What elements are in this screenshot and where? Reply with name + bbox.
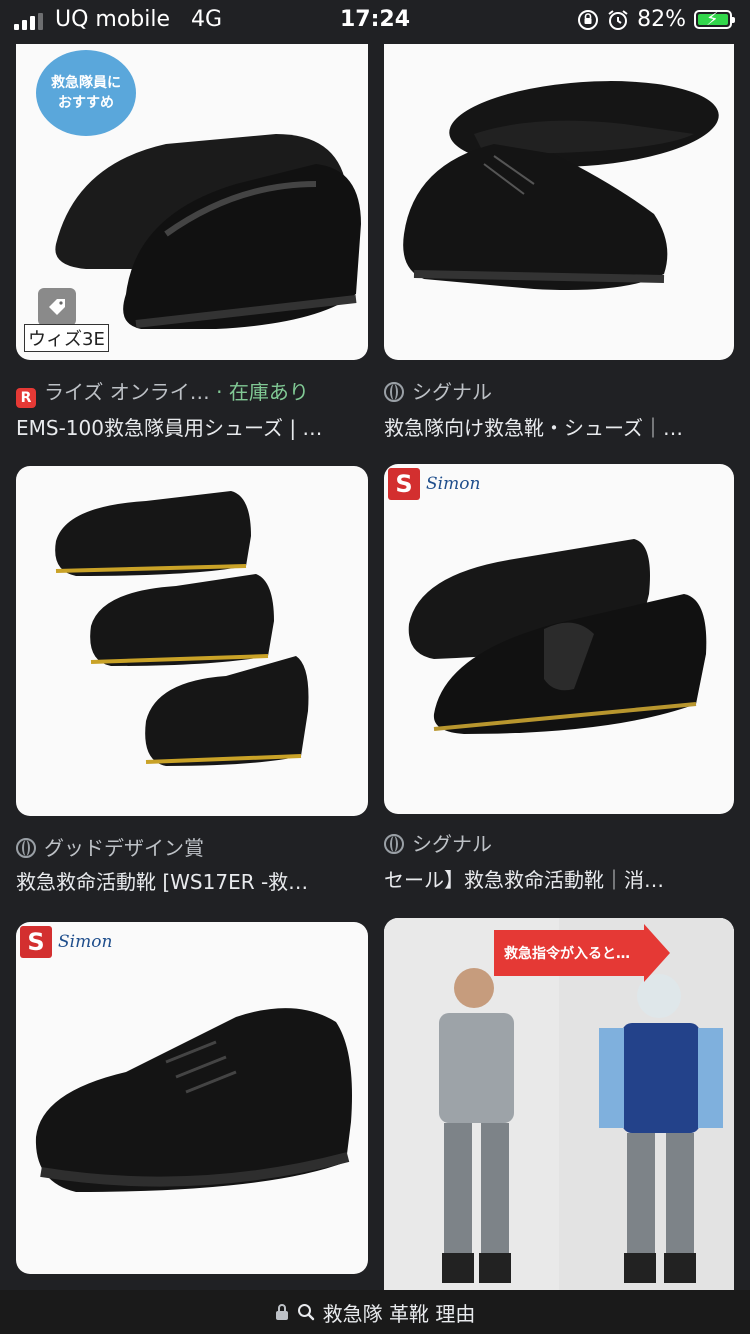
- tag-icon: [49, 299, 65, 315]
- rise-favicon-icon: R: [16, 388, 36, 408]
- result-source[interactable]: シグナル: [384, 376, 734, 405]
- battery-icon: ⚡: [694, 9, 735, 30]
- simon-logo: S Simon: [388, 468, 480, 500]
- battery-percent: 82%: [637, 7, 686, 32]
- status-right: 82% ⚡: [577, 7, 735, 32]
- url-bar[interactable]: 救急隊 革靴 理由: [0, 1290, 750, 1334]
- search-query: 救急隊 革靴 理由: [322, 1301, 476, 1326]
- result-image-rescue-uniforms[interactable]: 救急指令が入ると…: [384, 918, 734, 1290]
- result-title[interactable]: EMS-100救急隊員用シューズ | …: [16, 412, 368, 441]
- result-image-three-loafers[interactable]: [16, 466, 368, 816]
- globe-icon: [384, 382, 404, 402]
- search-icon: [297, 1304, 314, 1321]
- result-title[interactable]: 救急隊向け救急靴・シューズ｜…: [384, 412, 734, 441]
- result-image-simon-sneaker[interactable]: S Simon: [16, 922, 368, 1274]
- result-title[interactable]: セール】救急救命活動靴｜消…: [384, 864, 734, 893]
- globe-icon: [16, 838, 36, 858]
- simon-logo: S Simon: [20, 926, 112, 958]
- tag-button[interactable]: [38, 288, 76, 326]
- result-title[interactable]: 救急救命活動靴 [WS17ER -救…: [16, 866, 368, 895]
- orientation-lock-icon: [578, 9, 599, 30]
- stock-status: · 在庫あり: [216, 380, 309, 404]
- recommend-badge: 救急隊員に おすすめ: [36, 50, 136, 136]
- result-image-laceup-signal[interactable]: [384, 44, 734, 360]
- shoe-illustration: [55, 491, 309, 766]
- globe-icon: [384, 834, 404, 854]
- width-label: ウィズ3E: [24, 324, 109, 352]
- result-source[interactable]: グッドデザイン賞: [16, 832, 368, 861]
- shoe-illustration: [403, 81, 719, 290]
- shoe-illustration: [35, 1008, 353, 1192]
- sign-banner: 救急指令が入ると…: [494, 924, 670, 982]
- status-bar: UQ mobile 4G 17:24 82% ⚡: [0, 0, 750, 44]
- result-source[interactable]: R ライズ オンライ… · 在庫あり: [16, 376, 368, 408]
- result-source[interactable]: シグナル: [384, 828, 734, 857]
- result-image-simon-velcro[interactable]: S Simon: [384, 464, 734, 814]
- shoe-illustration: [408, 539, 707, 734]
- alarm-icon: [608, 9, 628, 30]
- lock-icon: [275, 1304, 288, 1320]
- result-image-loafer-ems100[interactable]: 救急隊員に おすすめ ウィズ3E: [16, 44, 368, 360]
